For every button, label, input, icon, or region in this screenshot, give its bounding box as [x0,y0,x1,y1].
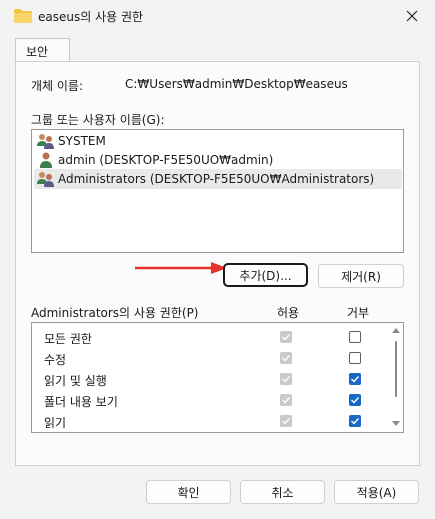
permission-row-read: 읽기 [32,411,392,432]
deny-checkbox[interactable] [349,352,361,364]
folder-icon [14,9,32,23]
remove-button[interactable]: 제거(R) [318,264,404,288]
list-item-administrators[interactable]: Administrators (DESKTOP-F5E50UO₩Administ… [34,169,402,189]
permission-name: 수정 [44,353,67,367]
deny-checkbox[interactable] [349,373,361,385]
users-listbox[interactable]: SYSTEM admin (DESKTOP-F5E50UO₩admin) Adm… [31,129,404,253]
users-icon [37,172,54,187]
scroll-down-icon[interactable] [392,421,400,427]
user-name: Administrators (DESKTOP-F5E50UO₩Administ… [58,172,375,186]
annotation-arrow-icon [135,262,227,274]
title-bar: easeus의 사용 권한 [0,0,435,32]
list-item-system[interactable]: SYSTEM [34,131,402,151]
tab-label: 보안 [26,45,49,59]
scroll-up-icon[interactable] [392,327,400,333]
permission-row-full-control: 모든 권한 [32,327,392,348]
allow-checkbox[interactable] [280,331,292,343]
object-name-value: C:₩Users₩admin₩Desktop₩easeus [125,77,348,91]
close-button[interactable] [399,4,425,28]
window-title: easeus의 사용 권한 [38,10,144,24]
cancel-button[interactable]: 취소 [240,480,325,504]
groups-label: 그룹 또는 사용자 이름(G): [31,113,165,127]
scrollbar-thumb[interactable] [395,341,397,397]
permission-row-list-folder: 폴더 내용 보기 [32,390,392,411]
object-name-label: 개체 이름: [31,79,84,93]
apply-button[interactable]: 적용(A) [334,480,419,504]
close-icon [406,10,418,22]
permission-name: 폴더 내용 보기 [44,395,118,409]
user-icon [40,152,52,168]
deny-checkbox[interactable] [349,331,361,343]
add-button[interactable]: 추가(D)... [223,263,308,287]
deny-checkbox[interactable] [349,415,361,427]
user-name: admin (DESKTOP-F5E50UO₩admin) [58,153,274,167]
ok-button[interactable]: 확인 [146,480,231,504]
permissions-list[interactable]: 모든 권한 수정 읽기 및 실행 폴더 내용 보기 읽기 [31,322,404,433]
allow-header: 허용 [277,306,300,320]
allow-checkbox[interactable] [280,373,292,385]
user-name: SYSTEM [58,134,106,148]
list-item-admin[interactable]: admin (DESKTOP-F5E50UO₩admin) [34,150,402,170]
permission-name: 읽기 [44,416,67,430]
deny-header: 거부 [347,306,370,320]
permissions-label: Administrators의 사용 권한(P) [31,306,199,320]
permission-name: 읽기 및 실행 [44,374,107,388]
deny-checkbox[interactable] [349,394,361,406]
tab-security[interactable]: 보안 [15,38,70,62]
permission-row-read-execute: 읽기 및 실행 [32,369,392,390]
allow-checkbox[interactable] [280,352,292,364]
permission-name: 모든 권한 [44,332,92,346]
users-icon [37,134,54,149]
allow-checkbox[interactable] [280,394,292,406]
permission-row-modify: 수정 [32,348,392,369]
allow-checkbox[interactable] [280,415,292,427]
